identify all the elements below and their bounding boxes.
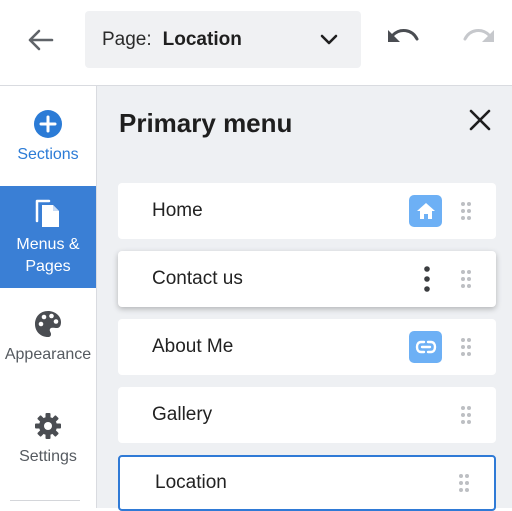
menu-item-location[interactable]: Location [118, 455, 496, 511]
drag-handle-icon[interactable] [460, 269, 472, 289]
pages-icon [35, 199, 59, 227]
plus-circle-icon [34, 109, 62, 138]
panel-title: Primary menu [119, 108, 293, 138]
sidebar: Sections Menus & Pages Appearance Settin… [0, 86, 97, 508]
redo-button[interactable] [458, 24, 498, 56]
link-badge [409, 331, 442, 363]
close-button[interactable] [467, 107, 493, 133]
top-bar: Page: Location [0, 0, 512, 86]
menu-item-home[interactable]: Home [118, 183, 496, 239]
sidebar-item-label: Settings [19, 447, 77, 465]
menu-item-label: About Me [152, 336, 234, 357]
menu-item-label: Gallery [152, 404, 213, 425]
back-button[interactable] [20, 22, 60, 58]
home-icon [416, 203, 435, 219]
page-selector-value: Location [162, 28, 242, 50]
chevron-down-icon [320, 34, 338, 45]
sidebar-item-appearance[interactable]: Appearance [0, 286, 96, 388]
more-vertical-icon[interactable] [422, 265, 432, 293]
menu-item-gallery[interactable]: Gallery [118, 387, 496, 443]
palette-icon [35, 310, 61, 337]
drag-handle-icon[interactable] [460, 201, 472, 221]
menu-item-contact-us[interactable]: Contact us [118, 251, 496, 307]
drag-handle-icon[interactable] [460, 405, 472, 425]
menu-item-label: Location [155, 472, 227, 493]
arrow-left-icon [28, 29, 54, 51]
sidebar-item-sections[interactable]: Sections [0, 86, 96, 188]
close-icon [469, 109, 491, 131]
link-icon [415, 340, 436, 354]
gear-icon [35, 412, 61, 439]
sidebar-item-menus-pages[interactable]: Menus & Pages [0, 186, 96, 288]
undo-button[interactable] [384, 24, 424, 56]
drag-handle-icon[interactable] [458, 473, 470, 493]
redo-icon [463, 29, 494, 42]
page-selector[interactable]: Page: Location [85, 11, 361, 68]
menu-item-label: Contact us [152, 268, 243, 289]
drag-handle-icon[interactable] [460, 337, 472, 357]
sidebar-item-label: Sections [17, 145, 79, 163]
sidebar-item-label: Appearance [4, 345, 92, 363]
menu-item-about-me[interactable]: About Me [118, 319, 496, 375]
sidebar-item-label: Menus & Pages [16, 235, 80, 275]
menu-panel: Primary menu Home Contact us About Me Ga… [97, 86, 512, 511]
menu-item-label: Home [152, 200, 203, 221]
home-badge [409, 195, 442, 227]
sidebar-divider [10, 500, 80, 501]
page-selector-label: Page: [102, 28, 152, 50]
sidebar-item-settings[interactable]: Settings [0, 388, 96, 490]
undo-icon [388, 29, 419, 42]
